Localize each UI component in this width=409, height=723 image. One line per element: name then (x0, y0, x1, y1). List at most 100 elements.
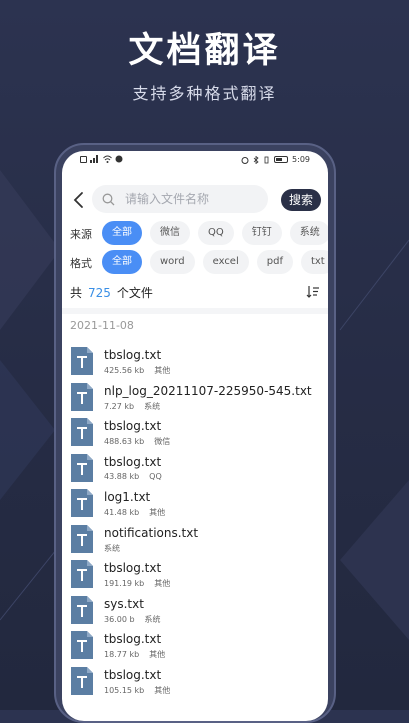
file-item[interactable]: notifications.txt 系统 (62, 523, 328, 559)
back-icon[interactable] (68, 189, 90, 211)
file-meta: 105.15 kb 其他 (104, 685, 170, 696)
file-name: sys.txt (104, 596, 144, 611)
text-file-icon (71, 631, 93, 659)
promo-title: 文档翻译 (128, 31, 281, 71)
text-file-icon (71, 347, 93, 375)
search-row: 搜索 (62, 185, 328, 215)
file-name: tbslog.txt (104, 561, 162, 575)
text-file-icon (71, 489, 93, 517)
text-file-icon (71, 418, 93, 446)
notification-icon (115, 155, 123, 163)
file-size: 41.48 kb (104, 508, 140, 517)
file-source: 其他 (154, 685, 171, 695)
format-chip-excel[interactable]: excel (202, 250, 249, 274)
file-name: tbslog.txt (104, 667, 162, 682)
file-name: notifications.txt (104, 525, 199, 540)
file-meta: 7.27 kb 系统 (104, 401, 160, 412)
date-group-label: 2021-11-08 (70, 319, 134, 332)
file-item[interactable]: tbslog.txt 191.19 kb 其他 (62, 558, 328, 594)
file-source: 其他 (154, 579, 171, 588)
file-item[interactable]: tbslog.txt 488.63 kb 微信 (62, 416, 328, 452)
file-source: 其他 (149, 508, 166, 517)
file-item[interactable]: log1.txt 41.48 kb 其他 (62, 487, 328, 523)
file-meta: 425.56 kb 其他 (104, 365, 170, 376)
file-meta: 41.48 kb 其他 (104, 507, 165, 518)
sort-icon[interactable] (306, 285, 320, 298)
alarm-icon (241, 156, 249, 164)
format-chip-txt[interactable]: txt (300, 250, 328, 274)
text-file-icon (71, 382, 93, 411)
signal-icon (90, 155, 98, 163)
file-item[interactable]: tbslog.txt 18.77 kb 其他 (62, 629, 328, 665)
search-button[interactable]: 搜索 (281, 189, 321, 211)
format-chip-all[interactable]: 全部 (102, 250, 142, 274)
file-source: 其他 (149, 650, 166, 659)
text-file-icon (71, 560, 93, 588)
file-name: tbslog.txt (104, 632, 162, 646)
file-item[interactable]: tbslog.txt 105.15 kb 其他 (62, 665, 328, 701)
file-size: 43.88 kb (104, 471, 140, 481)
file-item[interactable]: nlp_log_20211107-225950-545.txt 7.27 kb 系… (62, 381, 328, 417)
source-filter-row: 来源 全部 微信 QQ 钉钉 系统 (62, 221, 328, 247)
format-filter-label: 格式 (70, 257, 92, 270)
battery-icon (274, 156, 289, 163)
file-count-suffix: 个文件 (116, 286, 153, 300)
file-meta: 43.88 kb QQ (104, 472, 162, 481)
search-box (92, 185, 268, 213)
source-chip-qq[interactable]: QQ (198, 221, 234, 245)
format-chip-pdf[interactable]: pdf (256, 250, 293, 274)
file-source: 系统 (104, 543, 120, 553)
status-bar: 5:09 (62, 155, 328, 169)
file-size: 7.27 kb (104, 401, 135, 411)
file-source: QQ (149, 471, 162, 481)
file-item[interactable]: sys.txt 36.00 b 系统 (62, 594, 328, 630)
vibrate-icon (264, 156, 269, 163)
file-source: 系统 (144, 614, 161, 624)
file-source: 其他 (154, 366, 171, 375)
file-meta: 18.77 kb 其他 (104, 649, 165, 660)
file-size: 36.00 b (104, 614, 135, 624)
text-file-icon (71, 524, 93, 553)
status-time: 5:09 (292, 155, 310, 164)
format-chip-word[interactable]: word (150, 250, 195, 274)
search-icon (102, 193, 115, 205)
text-file-icon (71, 453, 93, 482)
text-file-icon (71, 595, 93, 624)
source-filter-label: 来源 (70, 228, 92, 241)
file-size: 488.63 kb (104, 437, 145, 446)
source-chip-system[interactable]: 系统 (289, 221, 328, 245)
source-chip-dingtalk[interactable]: 钉钉 (241, 221, 282, 245)
file-name: tbslog.txt (104, 419, 162, 433)
file-size: 425.56 kb (104, 366, 145, 375)
source-chip-all[interactable]: 全部 (102, 221, 142, 245)
file-size: 191.19 kb (104, 579, 145, 588)
text-file-icon (71, 666, 93, 695)
bluetooth-icon (253, 155, 259, 164)
file-name: tbslog.txt (104, 454, 162, 469)
sim-icon (80, 155, 87, 163)
file-item[interactable]: tbslog.txt 43.88 kb QQ (62, 452, 328, 488)
file-name: nlp_log_20211107-225950-545.txt (104, 383, 312, 398)
phone-screen: 5:09 搜索 来源 全部 微信 QQ 钉钉 系统 格式 全部 word (62, 151, 328, 721)
file-meta: 488.63 kb 微信 (104, 436, 170, 447)
file-item[interactable]: tbslog.txt 425.56 kb 其他 (62, 345, 328, 381)
file-count-number: 725 (88, 286, 111, 300)
file-source: 微信 (154, 437, 171, 446)
file-meta: 191.19 kb 其他 (104, 578, 170, 589)
file-meta: 36.00 b 系统 (104, 614, 161, 625)
section-divider (62, 308, 328, 314)
wifi-icon (103, 155, 112, 163)
file-size: 105.15 kb (104, 685, 145, 695)
search-input[interactable] (123, 191, 267, 207)
file-source: 系统 (144, 401, 161, 411)
format-filter-row: 格式 全部 word excel pdf txt (62, 250, 328, 276)
file-name: log1.txt (104, 490, 151, 504)
source-chip-wechat[interactable]: 微信 (150, 221, 190, 245)
file-count-row: 共 725 个文件 (70, 284, 320, 302)
file-name: tbslog.txt (104, 348, 162, 362)
file-size: 18.77 kb (104, 650, 140, 659)
file-count-prefix: 共 (70, 286, 83, 300)
promo-subtitle: 支持多种格式翻译 (132, 84, 277, 103)
file-meta: 系统 (104, 543, 120, 554)
file-list: tbslog.txt 425.56 kb 其他 nlp_log_20211107-… (62, 345, 328, 700)
